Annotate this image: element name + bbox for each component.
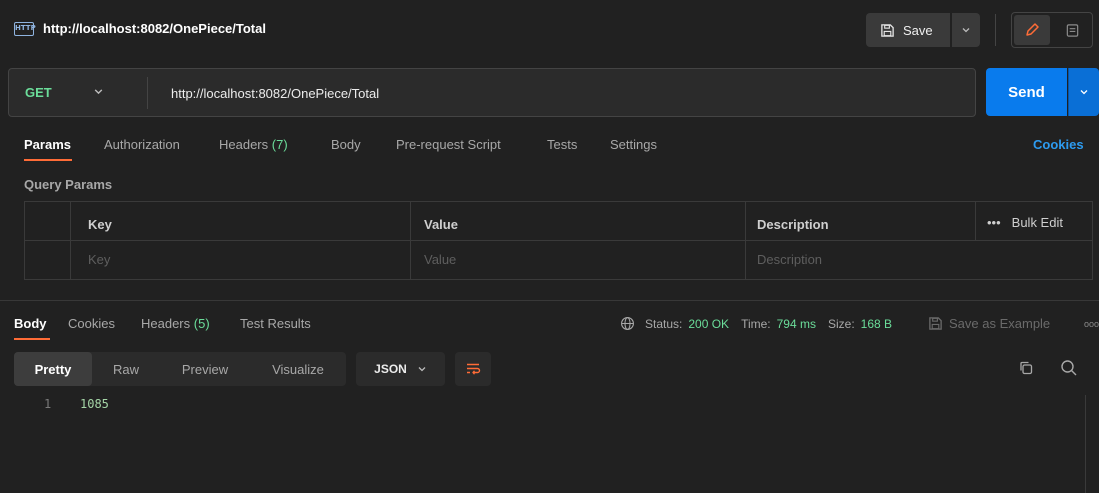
tab-pre-request-script[interactable]: Pre-request Script (396, 137, 501, 152)
table-divider (70, 201, 71, 280)
column-header-value: Value (424, 217, 458, 232)
tab-response-cookies[interactable]: Cookies (68, 316, 115, 331)
column-header-key: Key (88, 217, 112, 232)
view-visualize[interactable]: Visualize (254, 352, 342, 386)
wrap-icon (467, 363, 481, 375)
send-button[interactable]: Send (986, 68, 1067, 116)
size-label: Size: (827, 316, 855, 331)
response-status: Status: 200 OK Time: 794 ms Size: 168 B (620, 316, 892, 331)
edit-button[interactable] (1014, 15, 1050, 45)
view-pretty[interactable]: Pretty (14, 352, 92, 386)
query-params-label: Query Params (24, 177, 113, 192)
document-icon (1066, 23, 1078, 37)
size-value[interactable]: 168 B (861, 317, 892, 331)
tab-response-headers[interactable]: Headers (5) (141, 316, 210, 331)
chevron-down-icon (1080, 90, 1088, 95)
bulk-edit-button[interactable]: ••• Bulk Edit (987, 215, 1063, 230)
more-options-icon[interactable]: ooo (1084, 319, 1099, 329)
chevron-down-icon (418, 367, 426, 372)
status-label: Status: (645, 316, 683, 331)
key-input[interactable]: Key (88, 252, 110, 267)
search-icon[interactable] (1060, 359, 1078, 377)
tab-body[interactable]: Body (331, 137, 361, 152)
divider (995, 14, 996, 46)
url-input[interactable]: http://localhost:8082/OnePiece/Total (171, 86, 379, 101)
format-label: JSON (374, 362, 407, 376)
copy-icon[interactable] (1018, 360, 1034, 376)
tab-response-body[interactable]: Body (14, 316, 47, 331)
value-input[interactable]: Value (424, 252, 456, 267)
view-raw[interactable]: Raw (96, 352, 156, 386)
save-icon (929, 317, 942, 330)
time-value[interactable]: 794 ms (777, 317, 816, 331)
tab-params[interactable]: Params (24, 137, 71, 152)
column-header-description: Description (757, 217, 829, 232)
save-as-example-label: Save as Example (949, 316, 1051, 331)
http-icon: HTTP (14, 22, 36, 36)
description-input[interactable]: Description (757, 252, 822, 267)
save-button[interactable]: Save (866, 13, 950, 47)
save-options-button[interactable] (952, 13, 980, 47)
time-label: Time: (741, 316, 771, 331)
tab-headers[interactable]: Headers (7) (219, 137, 288, 152)
status-value[interactable]: 200 OK (688, 317, 729, 331)
table-divider (24, 240, 1093, 241)
cookies-link[interactable]: Cookies (1033, 137, 1084, 152)
more-icon: ••• (987, 215, 1001, 230)
chevron-down-icon[interactable] (93, 86, 104, 97)
method-select[interactable]: GET (25, 85, 52, 100)
table-divider (975, 201, 976, 240)
table-divider (410, 201, 411, 280)
scrollbar[interactable] (1085, 395, 1099, 493)
tab-headers-label: Headers (219, 137, 269, 152)
globe-icon[interactable] (620, 316, 635, 331)
divider (147, 77, 148, 109)
tab-authorization[interactable]: Authorization (104, 137, 180, 152)
view-preview[interactable]: Preview (162, 352, 248, 386)
response-body-line[interactable]: 1085 (80, 397, 109, 411)
tab-response-headers-label: Headers (141, 316, 191, 331)
active-tab-indicator (24, 159, 72, 161)
save-icon (881, 23, 894, 37)
table-divider (745, 201, 746, 280)
format-select[interactable]: JSON (356, 352, 445, 386)
line-number: 1 (44, 397, 52, 411)
pane-splitter[interactable] (0, 300, 1099, 301)
chevron-down-icon (962, 28, 970, 33)
save-as-example-button[interactable]: Save as Example (928, 316, 1050, 331)
request-title[interactable]: http://localhost:8082/OnePiece/Total (43, 21, 266, 36)
active-tab-indicator (14, 338, 50, 340)
headers-count: (7) (271, 137, 288, 152)
wrap-lines-button[interactable] (455, 352, 491, 386)
url-bar (8, 68, 976, 117)
save-label: Save (903, 22, 933, 38)
tab-settings[interactable]: Settings (610, 137, 657, 152)
bulk-edit-label: Bulk Edit (1011, 215, 1063, 230)
documentation-button[interactable] (1054, 15, 1090, 45)
response-headers-count: (5) (193, 316, 210, 331)
pencil-icon (1026, 23, 1039, 36)
tab-test-results[interactable]: Test Results (240, 316, 311, 331)
send-options-button[interactable] (1068, 68, 1099, 116)
tab-tests[interactable]: Tests (547, 137, 577, 152)
